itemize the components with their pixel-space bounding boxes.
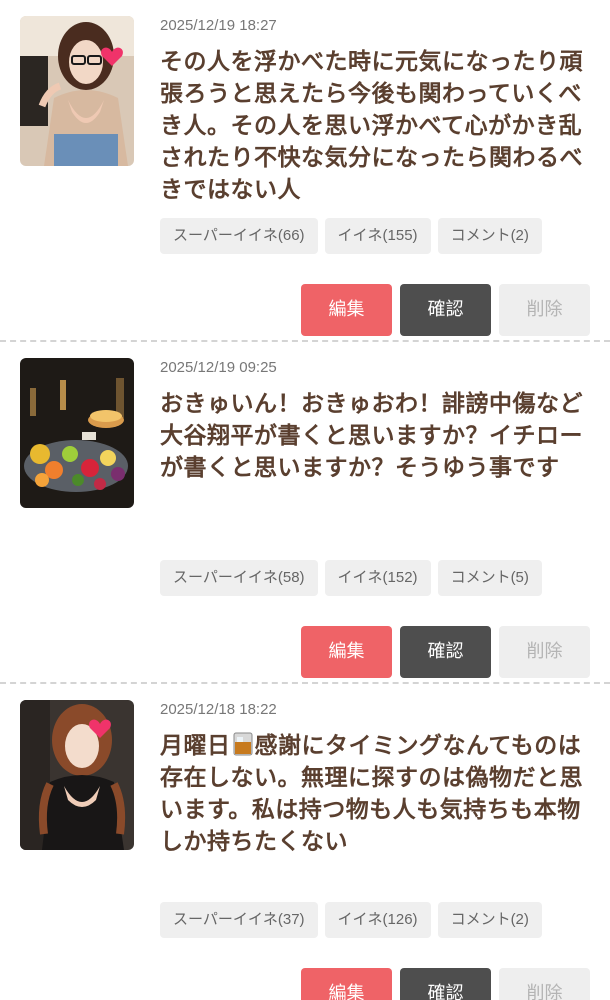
- post-content: 2025/12/19 09:25 おきゅいん！おきゅおわ！誹謗中傷など大谷翔平が…: [160, 358, 590, 596]
- post-date: 2025/12/18 18:22: [160, 701, 277, 718]
- post-item: 2025/12/19 18:27 その人を浮かべた時に元気になったり頑張ろうと思…: [0, 0, 610, 342]
- delete-button[interactable]: 削除: [499, 284, 590, 336]
- post-text-prefix: 月曜日: [160, 733, 231, 759]
- post-thumbnail[interactable]: [20, 358, 134, 508]
- woman-dark-dress-photo: [20, 700, 134, 850]
- post-text: その人を浮かべた時に元気になったり頑張ろうと思えたら今後も関わっていくべき人。そ…: [160, 49, 583, 203]
- post-thumbnail[interactable]: [20, 700, 134, 850]
- comment-chip[interactable]: コメント(2): [437, 902, 542, 938]
- edit-button[interactable]: 編集: [301, 284, 392, 336]
- edit-button[interactable]: 編集: [301, 626, 392, 678]
- comment-chip[interactable]: コメント(5): [437, 560, 542, 596]
- like-chip[interactable]: イイネ(152): [324, 560, 431, 596]
- super-like-chip[interactable]: スーパーイイネ(66): [160, 218, 318, 254]
- edit-button[interactable]: 編集: [301, 968, 392, 1000]
- post-content: 2025/12/19 18:27 その人を浮かべた時に元気になったり頑張ろうと思…: [160, 16, 590, 254]
- post-item: 2025/12/19 09:25 おきゅいん！おきゅおわ！誹謗中傷など大谷翔平が…: [0, 342, 610, 684]
- post-content: 2025/12/18 18:22 月曜日 感謝にタイミングなんてものは存在しない。…: [160, 700, 590, 938]
- post-text: おきゅいん！おきゅおわ！誹謗中傷など大谷翔平が書くと思いますか？イチローが書くと…: [160, 391, 583, 481]
- reaction-row: スーパーイイネ(66) イイネ(155) コメント(2): [160, 218, 590, 254]
- confirm-button[interactable]: 確認: [400, 626, 491, 678]
- whisky-glass-icon: [232, 731, 254, 757]
- super-like-chip[interactable]: スーパーイイネ(58): [160, 560, 318, 596]
- post-date: 2025/12/19 09:25: [160, 359, 277, 376]
- reaction-row: スーパーイイネ(58) イイネ(152) コメント(5): [160, 560, 590, 596]
- delete-button[interactable]: 削除: [499, 626, 590, 678]
- woman-glasses-photo: [20, 16, 134, 166]
- fruit-platter-photo: [20, 358, 134, 508]
- like-chip[interactable]: イイネ(126): [324, 902, 431, 938]
- super-like-chip[interactable]: スーパーイイネ(37): [160, 902, 318, 938]
- comment-chip[interactable]: コメント(2): [437, 218, 542, 254]
- delete-button[interactable]: 削除: [499, 968, 590, 1000]
- post-actions: 編集 確認 削除: [301, 284, 590, 336]
- post-text: 月曜日 感謝にタイミングなんてものは存在しない。無理に探すのは偽物だと思います。私…: [160, 730, 590, 890]
- post-thumbnail[interactable]: [20, 16, 134, 166]
- post-actions: 編集 確認 削除: [301, 626, 590, 678]
- post-item: 2025/12/18 18:22 月曜日 感謝にタイミングなんてものは存在しない。…: [0, 684, 610, 1000]
- post-actions: 編集 確認 削除: [301, 968, 590, 1000]
- post-date: 2025/12/19 18:27: [160, 17, 277, 34]
- post-feed: 2025/12/19 18:27 その人を浮かべた時に元気になったり頑張ろうと思…: [0, 0, 610, 1000]
- confirm-button[interactable]: 確認: [400, 968, 491, 1000]
- like-chip[interactable]: イイネ(155): [324, 218, 431, 254]
- confirm-button[interactable]: 確認: [400, 284, 491, 336]
- reaction-row: スーパーイイネ(37) イイネ(126) コメント(2): [160, 902, 590, 938]
